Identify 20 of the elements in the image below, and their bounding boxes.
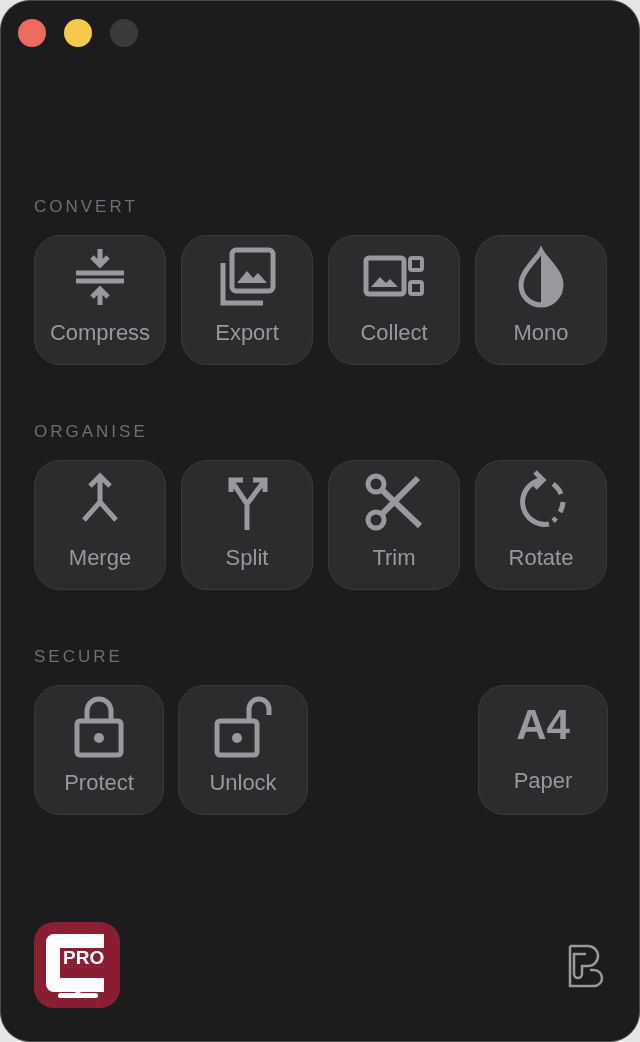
section-title: CONVERT (34, 197, 139, 217)
tool-button[interactable]: Export (181, 235, 313, 365)
section-title: ORGANISE (34, 422, 149, 442)
logo-text: PRO (63, 948, 105, 968)
section-title: SECURE (34, 647, 124, 667)
tool-button[interactable]: Compress (34, 235, 166, 365)
tool-button[interactable]: Mono (475, 235, 607, 365)
tool-button[interactable]: Collect (328, 235, 460, 365)
close-button[interactable] (18, 19, 46, 47)
tool-button[interactable]: Rotate (475, 460, 607, 590)
app-logo[interactable]: PRO (34, 922, 120, 1008)
tool-button[interactable]: Merge (34, 460, 166, 590)
brand-logo-icon (568, 944, 606, 988)
tool-button[interactable]: Unlock (178, 685, 308, 815)
tool-button[interactable]: Split (181, 460, 313, 590)
tool-button[interactable]: Trim (328, 460, 460, 590)
tool-button[interactable]: Protect (34, 685, 164, 815)
tool-button[interactable]: A4 Paper (478, 685, 608, 815)
paper-size-text: A4 (516, 700, 570, 750)
minimize-button[interactable] (64, 19, 92, 47)
